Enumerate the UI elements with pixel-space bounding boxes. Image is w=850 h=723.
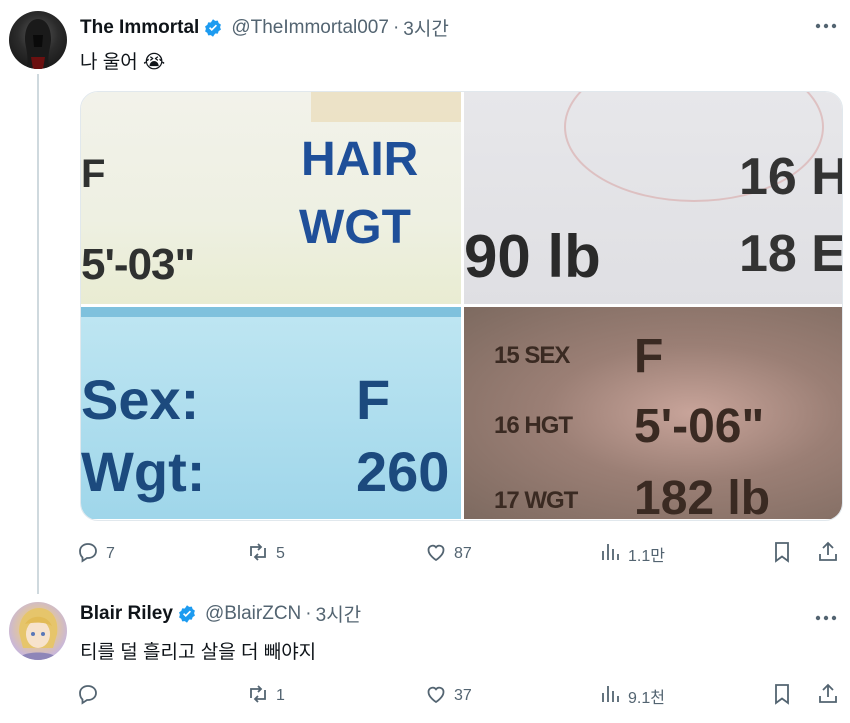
view-count: 1.1만 [628,548,665,565]
tweet[interactable]: The Immortal @TheImmortal007 · 3시간 나 울어 … [0,0,850,594]
media-image-2[interactable]: 90 lb 16 H 18 E [464,92,843,304]
separator: · [392,16,400,38]
reply-button[interactable] [76,682,106,710]
image-text: F [81,152,106,196]
retweet-count: 5 [276,545,285,562]
like-button[interactable]: 87 [424,540,472,568]
image-text: 16 H [739,148,843,206]
retweet-count: 1 [276,687,285,704]
more-dots-icon[interactable] [812,16,840,36]
tweet-text: 나 울어 😭 [80,52,166,73]
heart-icon [424,540,448,569]
image-text: Sex: [81,368,200,431]
reply-button[interactable]: 7 [76,540,115,568]
bookmark-icon [770,682,794,711]
timestamp[interactable]: 3시간 [316,600,362,627]
retweet-button[interactable]: 1 [246,682,285,710]
tweet-header: Blair Riley @BlairZCN · 3시간 [80,600,361,627]
handle[interactable]: @TheImmortal007 [231,17,389,39]
tweet-media-grid[interactable]: F 5'-03" HAIR WGT 90 lb 16 H 18 E Sex: W… [80,91,843,521]
more-dots-icon[interactable] [812,608,840,628]
heart-icon [424,682,448,711]
image-text: 16 HGT [494,412,573,439]
separator: · [305,602,312,624]
display-name[interactable]: The Immortal [80,17,199,39]
reply-icon [76,682,100,711]
like-count: 87 [454,545,472,562]
thread-line [37,74,39,594]
display-name[interactable]: Blair Riley [80,603,173,625]
share-icon [816,682,840,711]
image-text: F [356,368,391,431]
bookmark-button[interactable] [770,540,794,568]
image-text: WGT [299,201,411,254]
image-decoration [81,307,461,317]
image-text: 90 lb [464,223,601,290]
share-icon [816,540,840,569]
handle[interactable]: @BlairZCN [205,603,301,625]
view-count: 9.1천 [628,690,665,707]
avatar[interactable] [9,11,67,69]
action-bar: 1 37 9.1천 [76,682,846,710]
verified-badge-icon [203,18,223,38]
views-icon [598,540,622,569]
reply-icon [76,540,100,569]
views-button[interactable]: 1.1만 [598,540,665,568]
retweet-icon [246,540,270,569]
tweet-header: The Immortal @TheImmortal007 · 3시간 [80,14,449,41]
verified-badge-icon [177,604,197,624]
reply-count: 7 [106,545,115,562]
like-button[interactable]: 37 [424,682,472,710]
timestamp[interactable]: 3시간 [403,14,449,41]
tweet[interactable]: Blair Riley @BlairZCN · 3시간 티를 덜 흘리고 살을 … [0,592,850,723]
image-text: 182 lb [634,472,771,519]
image-text: 5'-06" [634,400,765,453]
image-text: HAIR [301,133,419,186]
action-bar: 7 5 87 1.1만 [76,540,846,568]
image-text: F [634,330,664,383]
media-image-3[interactable]: Sex: Wgt: F 260 [81,307,461,519]
views-button[interactable]: 9.1천 [598,682,665,710]
share-button[interactable] [816,682,840,710]
like-count: 37 [454,687,472,704]
retweet-icon [246,682,270,711]
bookmark-button[interactable] [770,682,794,710]
image-text: 17 WGT [494,487,578,514]
image-text: 260 [356,440,450,503]
views-icon [598,682,622,711]
avatar[interactable] [9,602,67,660]
share-button[interactable] [816,540,840,568]
retweet-button[interactable]: 5 [246,540,285,568]
media-image-4[interactable]: 15 SEX 16 HGT 17 WGT F 5'-06" 182 lb [464,307,842,519]
image-text: Wgt: [81,440,206,503]
image-text: 5'-03" [81,240,195,289]
image-text: 15 SEX [494,342,570,369]
image-decoration [311,92,461,122]
image-text: 18 E [739,225,843,283]
tweet-text: 티를 덜 흘리고 살을 더 빼야지 [80,642,317,663]
media-image-1[interactable]: F 5'-03" HAIR WGT [81,92,461,304]
bookmark-icon [770,540,794,569]
